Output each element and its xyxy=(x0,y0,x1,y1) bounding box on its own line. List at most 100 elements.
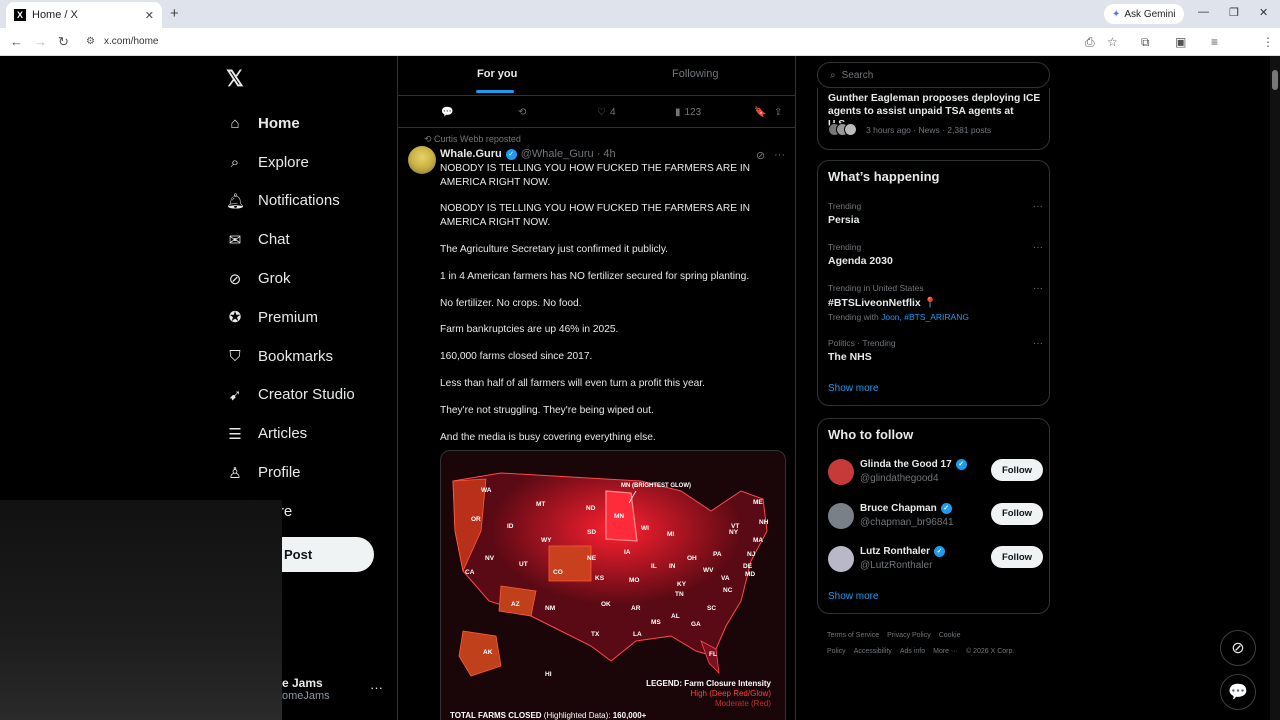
url-field[interactable]: x.com/home xyxy=(104,36,158,47)
bookmark-icon[interactable]: 🔖 xyxy=(754,107,766,118)
tab-for-you[interactable]: For you xyxy=(477,68,517,80)
grok-fab-icon[interactable]: ⊘ xyxy=(1220,630,1256,666)
footer-link[interactable]: Ads info xyxy=(900,648,925,655)
sidebar-item-articles[interactable]: ☰ Articles xyxy=(226,414,386,453)
footer-link[interactable]: Terms of Service xyxy=(827,632,879,639)
state-label: AR xyxy=(631,605,641,612)
state-label: NM xyxy=(545,605,556,612)
share-icon[interactable]: ⇪ xyxy=(774,107,782,118)
back-icon[interactable]: ← xyxy=(10,34,23,49)
account-more-icon[interactable]: ··· xyxy=(370,680,383,695)
restore-icon[interactable]: ❐ xyxy=(1229,6,1239,19)
post-paragraph: Farm bankruptcies are up 46% in 2025. xyxy=(440,324,619,336)
tab-following[interactable]: Following xyxy=(672,68,718,80)
state-label: KY xyxy=(677,581,687,588)
account-handle: omeJams xyxy=(282,690,330,702)
scrollbar[interactable] xyxy=(1270,56,1280,720)
sidebar-item-home[interactable]: ⌂ Home xyxy=(226,104,386,143)
state-label: WV xyxy=(703,567,714,574)
avatar[interactable] xyxy=(828,546,854,572)
sidebar-item-grok[interactable]: ⊘ Grok xyxy=(226,259,386,298)
rocket-icon: ➹ xyxy=(228,386,242,404)
repost-icon[interactable]: ⟲ xyxy=(518,107,526,118)
like-button[interactable]: ♡ 4 xyxy=(597,107,616,118)
sidebar-item-premium[interactable]: ✪ Premium xyxy=(226,298,386,337)
views-button[interactable]: ▮ 123 xyxy=(675,107,701,118)
heart-icon: ♡ xyxy=(597,107,606,118)
sidebar-item-notifications[interactable]: 🔔︎ Notifications xyxy=(226,182,386,221)
trend-more-icon[interactable]: ··· xyxy=(1033,283,1043,294)
scrollbar-thumb[interactable] xyxy=(1272,70,1278,90)
state-label: HI xyxy=(545,671,552,678)
post-button[interactable]: Post xyxy=(282,537,374,572)
state-label: TX xyxy=(591,631,600,638)
menu-icon[interactable]: ⋮ xyxy=(1262,35,1274,49)
map-total: TOTAL FARMS CLOSED (Highlighted Data): 1… xyxy=(450,711,647,720)
news-card[interactable]: Gunther Eagleman proposes deploying ICE … xyxy=(817,88,1050,150)
author-meta[interactable]: @Whale_Guru · 4h xyxy=(521,148,616,160)
follow-suggestion[interactable]: Bruce Chapman ✓ @chapman_br96841 Follow xyxy=(828,501,1043,537)
bookmark-star-icon[interactable]: ☆ xyxy=(1107,35,1118,49)
install-icon[interactable]: ⎙ xyxy=(1085,35,1095,50)
grok-post-icon[interactable]: ⊘ xyxy=(756,149,765,162)
follow-suggestion[interactable]: Lutz Ronthaler ✓ @LutzRonthaler Follow xyxy=(828,544,1043,580)
author-name[interactable]: Whale.Guru xyxy=(440,148,502,160)
map-image[interactable]: WA MT ND MN OR ID SD WI MI ME VT NH NY MA WY IA NV UT CO NE… xyxy=(440,450,786,720)
trend-more-icon[interactable]: ··· xyxy=(1033,242,1043,253)
show-more-trends-link[interactable]: Show more xyxy=(828,383,879,394)
follow-suggestion[interactable]: Glinda the Good 17 ✓ @glindathegood4 Follow xyxy=(828,457,1043,493)
sidebar-item-profile[interactable]: ♙ Profile xyxy=(226,453,386,492)
sidebar-item-creator-studio[interactable]: ➹ Creator Studio xyxy=(226,376,386,415)
state-label: LA xyxy=(633,631,642,638)
repost-indicator: ⟲ Curtis Webb reposted xyxy=(424,134,521,144)
reload-icon[interactable]: ↻ xyxy=(58,34,69,50)
sidebar-item-explore[interactable]: ⌕ Explore xyxy=(226,143,386,182)
state-label: MN xyxy=(614,513,625,520)
follow-button[interactable]: Follow xyxy=(991,502,1043,525)
minimize-icon[interactable]: — xyxy=(1198,6,1209,18)
footer-link[interactable]: © 2026 X Corp. xyxy=(966,648,1014,655)
state-label: VA xyxy=(721,575,730,582)
reply-icon[interactable]: 💬 xyxy=(441,107,453,118)
previous-post-actions: 💬 ⟲ ♡ 4 ▮ 123 🔖 ⇪ xyxy=(398,104,795,128)
state-label: MI xyxy=(667,531,675,538)
sidebar-item-chat[interactable]: ✉ Chat xyxy=(226,220,386,259)
footer-link[interactable]: More ··· xyxy=(933,648,958,655)
suggestion-handle: @LutzRonthaler xyxy=(860,560,933,571)
trend-item[interactable]: Trending in United States #BTSLiveonNetf… xyxy=(828,283,1043,322)
sidebar-item-bookmarks[interactable]: ⛉ Bookmarks xyxy=(226,337,386,376)
close-window-icon[interactable]: ✕ xyxy=(1259,6,1268,19)
show-more-follow-link[interactable]: Show more xyxy=(828,591,879,602)
chat-fab-icon[interactable]: 💬 xyxy=(1220,674,1256,710)
post-paragraph: NOBODY IS TELLING YOU HOW FUCKED THE FAR… xyxy=(440,203,751,228)
sidebar-nav: ⌂ Home ⌕ Explore 🔔︎ Notifications ✉ Chat ⊘ Grok ✪ P… xyxy=(226,104,386,531)
footer-link[interactable]: Privacy Policy xyxy=(887,632,931,639)
follow-button[interactable]: Follow xyxy=(991,459,1043,481)
post-more-icon[interactable]: ··· xyxy=(774,149,785,161)
trend-more-icon[interactable]: ··· xyxy=(1033,338,1043,349)
browser-tab[interactable]: X Home / X ✕ xyxy=(6,2,162,28)
extensions-icon[interactable]: ⧉ xyxy=(1141,35,1150,50)
search-input[interactable]: ⌕ Search xyxy=(817,62,1050,88)
avatar[interactable] xyxy=(828,502,854,529)
ask-gemini-button[interactable]: ✦ Ask Gemini xyxy=(1104,4,1184,24)
forward-icon[interactable]: → xyxy=(34,34,47,49)
trend-item[interactable]: Politics · Trending The NHS ··· xyxy=(828,338,1043,363)
x-logo-icon[interactable]: 𝕏 xyxy=(226,66,244,92)
media-icon[interactable]: ≡ xyxy=(1211,35,1218,49)
close-tab-icon[interactable]: ✕ xyxy=(145,9,154,22)
site-info-icon[interactable]: ⚙ xyxy=(86,36,95,47)
trend-item[interactable]: Trending Agenda 2030 ··· xyxy=(828,242,1043,267)
trend-more-icon[interactable]: ··· xyxy=(1033,201,1043,212)
avatar[interactable] xyxy=(828,459,854,485)
bell-icon: 🔔︎ xyxy=(226,192,246,210)
author-avatar[interactable] xyxy=(408,146,436,174)
new-tab-icon[interactable]: + xyxy=(170,5,179,22)
premium-icon: ✪ xyxy=(228,309,242,327)
account-name[interactable]: e Jams xyxy=(282,676,323,690)
follow-button[interactable]: Follow xyxy=(991,546,1043,568)
state-label: OK xyxy=(601,601,611,608)
sidepanel-icon[interactable]: ▣ xyxy=(1175,35,1186,49)
footer-link[interactable]: Accessibility xyxy=(854,648,892,655)
trend-item[interactable]: Trending Persia ··· xyxy=(828,201,1043,226)
